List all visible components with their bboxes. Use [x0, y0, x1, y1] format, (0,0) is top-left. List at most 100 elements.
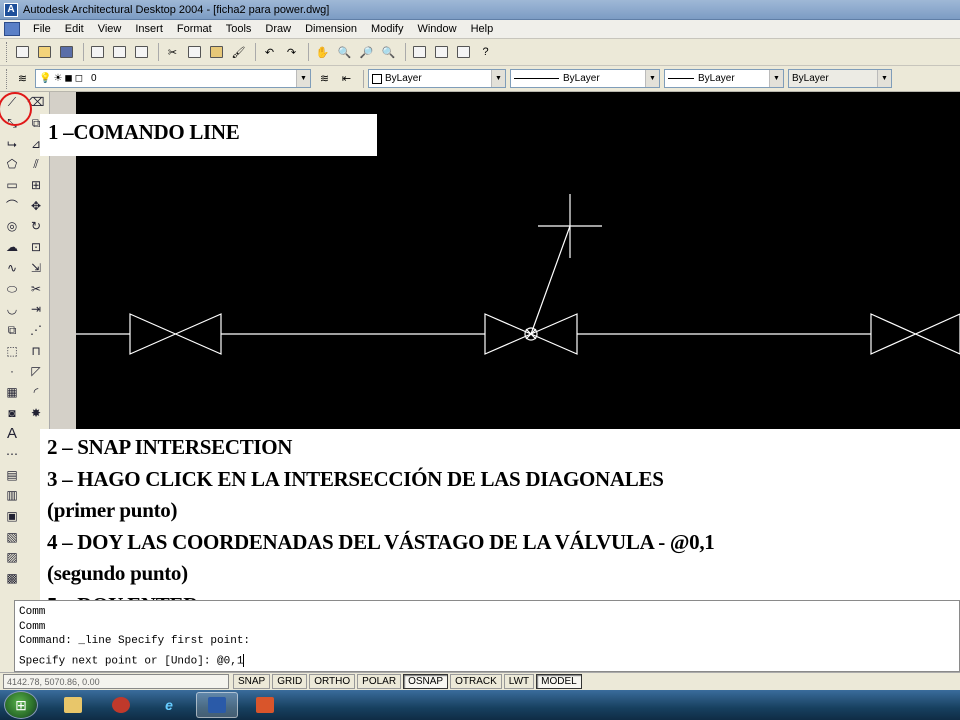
array-icon[interactable]: ⊞	[25, 175, 47, 196]
menu-edit[interactable]: Edit	[58, 23, 91, 35]
break-icon[interactable]: ⋰	[25, 320, 47, 341]
save-icon[interactable]	[57, 43, 76, 62]
rotate-icon[interactable]: ↻	[25, 216, 47, 237]
section-icon[interactable]: ▣	[1, 506, 23, 527]
zoom-previous-icon[interactable]: 🔍	[379, 43, 398, 62]
autocad-app-icon[interactable]: A	[4, 2, 18, 17]
chevron-down-icon[interactable]: ▼	[491, 70, 505, 87]
menu-tools[interactable]: Tools	[219, 23, 259, 35]
menu-dimension[interactable]: Dimension	[298, 23, 364, 35]
coordinate-display[interactable]: 4142.78, 5070.86, 0.00	[3, 674, 229, 689]
command-history[interactable]: Comm Comm Command: _line Specify first p…	[14, 600, 960, 672]
copy-icon[interactable]	[185, 43, 204, 62]
menu-view[interactable]: View	[91, 23, 129, 35]
menu-help[interactable]: Help	[464, 23, 501, 35]
print-preview-icon[interactable]	[110, 43, 129, 62]
menu-modify[interactable]: Modify	[364, 23, 410, 35]
layer-previous-icon[interactable]: ⇤	[337, 69, 356, 88]
move-icon[interactable]: ✥	[25, 195, 47, 216]
schedule-icon[interactable]: ▨	[1, 547, 23, 568]
arc-icon[interactable]: ⌒	[1, 195, 23, 216]
chevron-down-icon[interactable]: ▼	[296, 70, 310, 87]
linetype-dropdown[interactable]: ByLayer ▼	[510, 69, 660, 88]
toolbar-grip[interactable]	[6, 42, 9, 62]
autocad-taskbar-icon[interactable]	[196, 692, 238, 718]
hatch-icon[interactable]: ▦	[1, 382, 23, 403]
layout-icon[interactable]: ▥	[1, 485, 23, 506]
explorer-taskbar-icon[interactable]	[52, 692, 94, 718]
ellipse-arc-icon[interactable]: ◡	[1, 299, 23, 320]
snap-toggle[interactable]: SNAP	[233, 674, 271, 689]
lineweight-dropdown[interactable]: ByLayer ▼	[664, 69, 784, 88]
menu-draw[interactable]: Draw	[258, 23, 298, 35]
osnap-toggle[interactable]: OSNAP	[403, 674, 449, 689]
tool-palettes-icon[interactable]	[454, 43, 473, 62]
redo-icon[interactable]: ↷	[282, 43, 301, 62]
properties-icon[interactable]	[410, 43, 429, 62]
polar-toggle[interactable]: POLAR	[357, 674, 402, 689]
ellipse-icon[interactable]: ⬭	[1, 278, 23, 299]
menu-format[interactable]: Format	[170, 23, 219, 35]
help-icon[interactable]: ?	[476, 43, 495, 62]
chevron-down-icon[interactable]: ▼	[645, 70, 659, 87]
join-icon[interactable]: ⊓	[25, 340, 47, 361]
polygon-icon[interactable]: ⬠	[1, 154, 23, 175]
make-block-icon[interactable]: ⬚	[1, 340, 23, 361]
plot-style-dropdown[interactable]: ByLayer ▼	[788, 69, 892, 88]
stairs-icon[interactable]: ▩	[1, 568, 23, 589]
internet-explorer-taskbar-icon[interactable]: e	[148, 692, 190, 718]
elevation-icon[interactable]: ▧	[1, 526, 23, 547]
stretch-icon[interactable]: ⇲	[25, 258, 47, 279]
fillet-icon[interactable]: ◜	[25, 382, 47, 403]
rectangle-icon[interactable]: ▭	[1, 175, 23, 196]
new-icon[interactable]	[13, 43, 32, 62]
trim-icon[interactable]: ✂	[25, 278, 47, 299]
explode-icon[interactable]: ✸	[25, 402, 47, 423]
open-icon[interactable]	[35, 43, 54, 62]
zoom-realtime-icon[interactable]: 🔍	[335, 43, 354, 62]
print-icon[interactable]	[88, 43, 107, 62]
scale-icon[interactable]: ⊡	[25, 237, 47, 258]
offset-icon[interactable]: ⫽	[25, 154, 47, 175]
cut-icon[interactable]: ✂	[163, 43, 182, 62]
spline-icon[interactable]: ∿	[1, 258, 23, 279]
region-icon[interactable]: ◙	[1, 402, 23, 423]
zoom-window-icon[interactable]: 🔎	[357, 43, 376, 62]
otrack-toggle[interactable]: OTRACK	[450, 674, 502, 689]
menu-window[interactable]: Window	[410, 23, 463, 35]
ortho-toggle[interactable]: ORTHO	[309, 674, 356, 689]
point-icon[interactable]: ·	[1, 361, 23, 382]
revision-cloud-icon[interactable]: ☁	[1, 237, 23, 258]
pan-icon[interactable]: ✋	[313, 43, 332, 62]
color-dropdown[interactable]: ByLayer ▼	[368, 69, 506, 88]
document-icon[interactable]	[4, 22, 20, 36]
table-icon[interactable]: ▤	[1, 464, 23, 485]
make-object-layer-current-icon[interactable]: ≋	[315, 69, 334, 88]
menu-file[interactable]: File	[26, 23, 58, 35]
step3-text: 3 – HAGO CLICK EN LA INTERSECCIÓN DE LAS…	[47, 466, 664, 491]
chevron-down-icon[interactable]: ▼	[769, 70, 783, 87]
layer-dropdown[interactable]: 💡☀◼◻ 0 ▼	[35, 69, 311, 88]
chevron-down-icon[interactable]: ▼	[877, 70, 891, 87]
insert-block-icon[interactable]: ⧉	[1, 320, 23, 341]
publish-icon[interactable]	[132, 43, 151, 62]
powerpoint-taskbar-icon[interactable]	[244, 692, 286, 718]
chamfer-icon[interactable]: ◸	[25, 361, 47, 382]
text-icon[interactable]: A	[1, 423, 23, 444]
paste-icon[interactable]	[207, 43, 226, 62]
design-center-icon[interactable]	[432, 43, 451, 62]
media-player-taskbar-icon[interactable]	[100, 692, 142, 718]
layer-manager-icon[interactable]: ≋	[13, 69, 32, 88]
model-toggle[interactable]: MODEL	[536, 674, 582, 689]
lwt-toggle[interactable]: LWT	[503, 674, 535, 689]
menu-insert[interactable]: Insert	[128, 23, 170, 35]
toolbar-grip[interactable]	[6, 68, 9, 89]
circle-icon[interactable]: ◎	[1, 216, 23, 237]
polyline-icon[interactable]: ⮡	[1, 133, 23, 154]
grid-toggle[interactable]: GRID	[272, 674, 308, 689]
extend-icon[interactable]: ⇥	[25, 299, 47, 320]
undo-icon[interactable]: ↶	[260, 43, 279, 62]
match-properties-icon[interactable]: 🖌	[229, 43, 248, 62]
command-input[interactable]: Specify next point or [Undo]: @0,1	[19, 654, 245, 669]
start-button-icon[interactable]: ⊞	[4, 691, 38, 719]
